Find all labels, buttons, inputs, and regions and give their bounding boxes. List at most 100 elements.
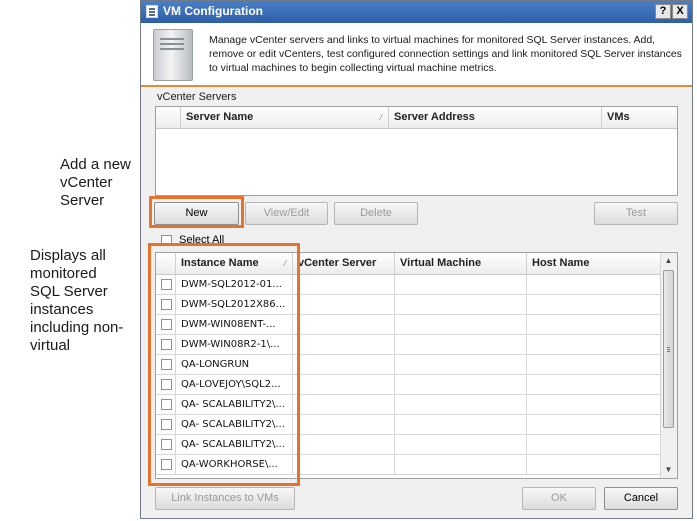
host-name-cell	[527, 415, 661, 434]
col-instance-name[interactable]: Instance Name ⁄	[176, 253, 293, 274]
vcenter-servers-grid[interactable]: Server Name ⁄ Server Address VMs	[155, 106, 678, 196]
row-checkbox-cell	[156, 415, 176, 434]
delete-button[interactable]: Delete	[334, 202, 418, 225]
table-row[interactable]: QA-LONGRUN	[156, 355, 661, 375]
host-name-cell	[527, 375, 661, 394]
instance-name-cell: DWM-WIN08R2-1\...	[176, 335, 293, 354]
vcenter-server-cell	[293, 275, 395, 294]
callout-monitored-instances: Displays all monitored SQL Server instan…	[30, 247, 123, 355]
scroll-thumb[interactable]	[663, 270, 674, 428]
col-host-name[interactable]: Host Name	[527, 253, 661, 274]
table-row[interactable]: QA-LOVEJOY\SQL2...	[156, 375, 661, 395]
row-checkbox[interactable]	[161, 299, 172, 310]
callout-line: instances	[30, 301, 94, 318]
new-button[interactable]: New	[154, 202, 239, 225]
col-virtual-machine[interactable]: Virtual Machine	[395, 253, 527, 274]
dialog-header: Manage vCenter servers and links to virt…	[141, 23, 692, 87]
host-name-cell	[527, 435, 661, 454]
scroll-up-icon[interactable]: ▲	[661, 253, 676, 269]
row-checkbox-cell	[156, 395, 176, 414]
row-checkbox[interactable]	[161, 319, 172, 330]
callout-line: Displays all	[30, 247, 106, 264]
virtual-machine-cell	[395, 375, 527, 394]
host-name-cell	[527, 275, 661, 294]
scroll-down-icon[interactable]: ▼	[661, 462, 676, 478]
table-row[interactable]: DWM-SQL2012-01...	[156, 275, 661, 295]
row-checkbox[interactable]	[161, 459, 172, 470]
row-checkbox-cell	[156, 315, 176, 334]
callout-line: Server	[60, 192, 105, 209]
host-name-cell	[527, 315, 661, 334]
callout-line: vCenter	[60, 174, 113, 191]
instance-name-cell: DWM-SQL2012X86...	[176, 295, 293, 314]
col-vms[interactable]: VMs	[602, 107, 677, 128]
col-server-address[interactable]: Server Address	[389, 107, 602, 128]
close-button[interactable]: X	[672, 4, 688, 19]
sort-icon: ⁄	[380, 113, 382, 122]
callout-line: SQL Server	[30, 283, 108, 300]
vcenter-server-cell	[293, 415, 395, 434]
table-row[interactable]: DWM-WIN08R2-1\...	[156, 335, 661, 355]
window-icon	[146, 5, 158, 18]
row-checkbox-cell	[156, 455, 176, 474]
title-bar[interactable]: VM Configuration ? X	[141, 1, 692, 23]
host-name-cell	[527, 335, 661, 354]
table-row[interactable]: QA- SCALABILITY2\...	[156, 395, 661, 415]
row-checkbox[interactable]	[161, 359, 172, 370]
table-row[interactable]: QA-WORKHORSE\...	[156, 455, 661, 475]
instance-name-cell: QA- SCALABILITY2\...	[176, 435, 293, 454]
instance-name-cell: QA- SCALABILITY2\...	[176, 395, 293, 414]
instance-name-cell: DWM-WIN08ENT-...	[176, 315, 293, 334]
col-vcenter-server[interactable]: vCenter Server	[293, 253, 395, 274]
host-name-cell	[527, 295, 661, 314]
row-checkbox-cell	[156, 435, 176, 454]
col-server-name[interactable]: Server Name ⁄	[181, 107, 389, 128]
instance-name-cell: QA-LOVEJOY\SQL2...	[176, 375, 293, 394]
row-checkbox-cell	[156, 295, 176, 314]
row-checkbox[interactable]	[161, 279, 172, 290]
row-checkbox-cell	[156, 275, 176, 294]
test-button[interactable]: Test	[594, 202, 678, 225]
virtual-machine-cell	[395, 415, 527, 434]
instances-scrollbar[interactable]: ▲ ▼	[660, 253, 677, 478]
table-row[interactable]: QA- SCALABILITY2\...	[156, 415, 661, 435]
col-server-name-label: Server Name	[186, 111, 254, 123]
help-button[interactable]: ?	[655, 4, 671, 19]
instances-check-column	[156, 253, 176, 274]
row-checkbox[interactable]	[161, 339, 172, 350]
host-name-cell	[527, 355, 661, 374]
row-checkbox-cell	[156, 355, 176, 374]
row-checkbox[interactable]	[161, 379, 172, 390]
virtual-machine-cell	[395, 335, 527, 354]
callout-new-vcenter: Add a new vCenter Server	[60, 156, 131, 210]
dialog-description: Manage vCenter servers and links to virt…	[209, 34, 682, 74]
virtual-machine-cell	[395, 295, 527, 314]
table-row[interactable]: DWM-SQL2012X86...	[156, 295, 661, 315]
virtual-machine-cell	[395, 275, 527, 294]
callout-line: including non-	[30, 319, 124, 336]
instances-grid[interactable]: Instance Name ⁄ vCenter Server Virtual M…	[155, 252, 678, 479]
host-name-cell	[527, 395, 661, 414]
row-checkbox[interactable]	[161, 419, 172, 430]
vcenter-server-cell	[293, 295, 395, 314]
vcenter-server-cell	[293, 315, 395, 334]
vcenter-server-cell	[293, 375, 395, 394]
row-checkbox[interactable]	[161, 439, 172, 450]
vm-configuration-dialog: VM Configuration ? X Manage vCenter serv…	[140, 0, 693, 519]
vcenter-server-cell	[293, 395, 395, 414]
link-instances-button[interactable]: Link Instances to VMs	[155, 487, 295, 510]
row-checkbox-cell	[156, 375, 176, 394]
cancel-button[interactable]: Cancel	[604, 487, 678, 510]
vcenter-group-label: vCenter Servers	[157, 91, 237, 103]
dialog-title: VM Configuration	[163, 4, 263, 18]
vcenter-server-cell	[293, 455, 395, 474]
row-checkbox[interactable]	[161, 399, 172, 410]
vcenter-server-cell	[293, 435, 395, 454]
view-edit-button[interactable]: View/Edit	[245, 202, 328, 225]
table-row[interactable]: DWM-WIN08ENT-...	[156, 315, 661, 335]
instance-name-cell: QA- SCALABILITY2\...	[176, 415, 293, 434]
instance-name-cell: QA-LONGRUN	[176, 355, 293, 374]
select-all-checkbox[interactable]	[161, 235, 172, 246]
ok-button[interactable]: OK	[522, 487, 596, 510]
table-row[interactable]: QA- SCALABILITY2\...	[156, 435, 661, 455]
